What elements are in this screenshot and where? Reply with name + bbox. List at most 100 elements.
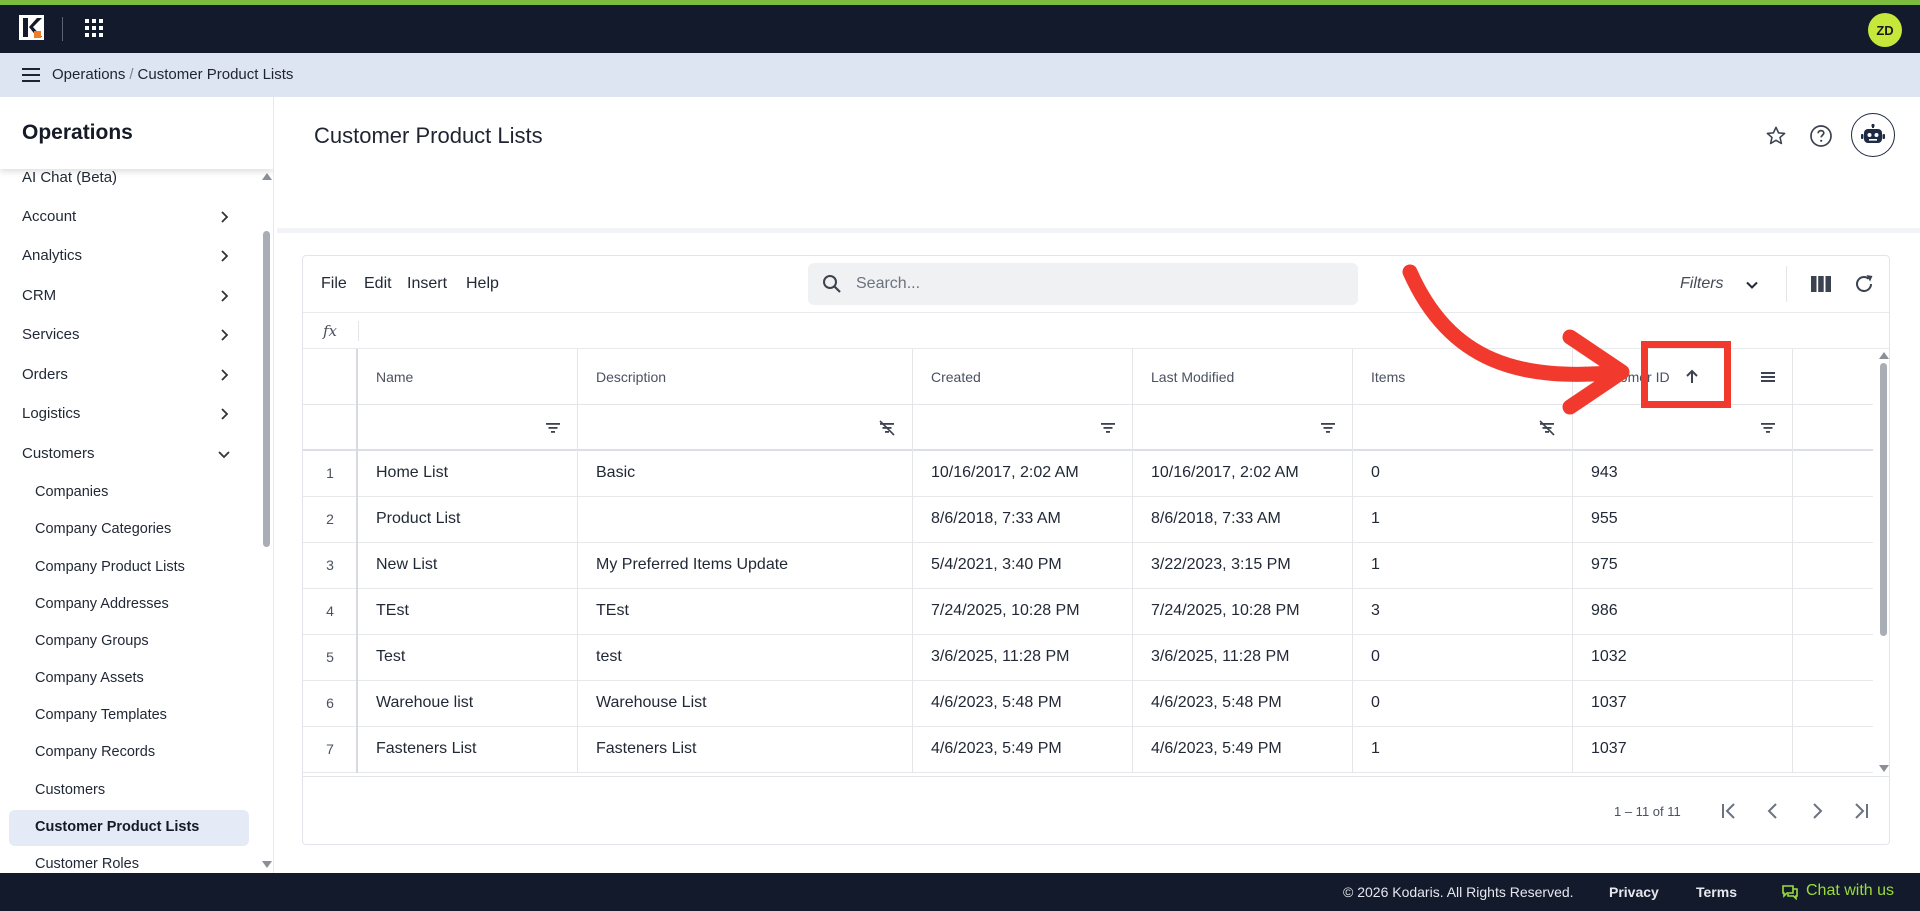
filter-icon[interactable]: [1760, 420, 1776, 436]
cell-created[interactable]: 4/6/2023, 5:48 PM: [913, 681, 1133, 727]
cell-created[interactable]: 5/4/2021, 3:40 PM: [913, 543, 1133, 589]
cell-name[interactable]: Warehoue list: [358, 681, 578, 727]
menu-edit[interactable]: Edit: [364, 275, 392, 293]
cell-name[interactable]: Test: [358, 635, 578, 681]
apps-grid-icon[interactable]: [84, 18, 104, 38]
scroll-down-arrow-icon[interactable]: [262, 861, 272, 868]
cell-name[interactable]: TEst: [358, 589, 578, 635]
cell-customer-id[interactable]: 1037: [1573, 727, 1793, 773]
cell-customer-id[interactable]: 975: [1573, 543, 1793, 589]
table-row[interactable]: 4 TEst TEst 7/24/2025, 10:28 PM 7/24/202…: [303, 589, 1873, 635]
cell-items[interactable]: 1: [1353, 497, 1573, 543]
table-row[interactable]: 3 New List My Preferred Items Update 5/4…: [303, 543, 1873, 589]
table-row[interactable]: 2 Product List 8/6/2018, 7:33 AM 8/6/201…: [303, 497, 1873, 543]
cell-description[interactable]: Warehouse List: [578, 681, 913, 727]
sidebar-item-crm[interactable]: CRM: [0, 278, 258, 314]
search-input[interactable]: [856, 272, 1336, 296]
cell-last-modified[interactable]: 10/16/2017, 2:02 AM: [1133, 451, 1353, 497]
column-header-name[interactable]: Name: [358, 349, 578, 405]
cell-items[interactable]: 0: [1353, 451, 1573, 497]
hamburger-menu-icon[interactable]: [22, 67, 40, 83]
filter-icon[interactable]: [1100, 420, 1116, 436]
cell-items[interactable]: 1: [1353, 543, 1573, 589]
last-page-icon[interactable]: [1851, 801, 1871, 821]
first-page-icon[interactable]: [1719, 801, 1739, 821]
sidebar-scroll-thumb[interactable]: [263, 231, 270, 547]
sidebar-subitem-customer-roles[interactable]: Customer Roles: [0, 847, 258, 873]
search-box[interactable]: [808, 263, 1358, 305]
star-icon[interactable]: [1765, 125, 1787, 147]
cell-description[interactable]: Basic: [578, 451, 913, 497]
cell-items[interactable]: 3: [1353, 589, 1573, 635]
cell-created[interactable]: 4/6/2023, 5:49 PM: [913, 727, 1133, 773]
column-header-created[interactable]: Created: [913, 349, 1133, 405]
sidebar-subitem-company-product-lists[interactable]: Company Product Lists: [0, 550, 258, 586]
sidebar-subitem-companies[interactable]: Companies: [0, 475, 258, 511]
cell-last-modified[interactable]: 4/6/2023, 5:49 PM: [1133, 727, 1353, 773]
previous-page-icon[interactable]: [1763, 801, 1783, 821]
table-row[interactable]: 5 Test test 3/6/2025, 11:28 PM 3/6/2025,…: [303, 635, 1873, 681]
filters-button[interactable]: Filters: [1680, 275, 1724, 293]
sidebar-item-services[interactable]: Services: [0, 317, 258, 353]
cell-description[interactable]: My Preferred Items Update: [578, 543, 913, 589]
filter-icon[interactable]: [545, 420, 561, 436]
sidebar-subitem-company-groups[interactable]: Company Groups: [0, 624, 258, 660]
sidebar-item-customers[interactable]: Customers: [0, 436, 258, 472]
sidebar-subitem-company-categories[interactable]: Company Categories: [0, 512, 258, 548]
column-header-last-modified[interactable]: Last Modified: [1133, 349, 1353, 405]
cell-last-modified[interactable]: 4/6/2023, 5:48 PM: [1133, 681, 1353, 727]
grid-scroll-down-icon[interactable]: [1879, 765, 1889, 772]
menu-help[interactable]: Help: [466, 275, 499, 293]
cell-items[interactable]: 1: [1353, 727, 1573, 773]
table-row[interactable]: 7 Fasteners List Fasteners List 4/6/2023…: [303, 727, 1873, 773]
cell-created[interactable]: 7/24/2025, 10:28 PM: [913, 589, 1133, 635]
filter-off-icon[interactable]: [1539, 420, 1555, 436]
scroll-up-arrow-icon[interactable]: [262, 173, 272, 180]
sidebar-subitem-customer-product-lists[interactable]: Customer Product Lists: [9, 810, 249, 846]
filter-off-icon[interactable]: [879, 420, 895, 436]
column-header-description[interactable]: Description: [578, 349, 913, 405]
cell-last-modified[interactable]: 8/6/2018, 7:33 AM: [1133, 497, 1353, 543]
cell-customer-id[interactable]: 955: [1573, 497, 1793, 543]
cell-description[interactable]: [578, 497, 913, 543]
kodaris-logo[interactable]: [19, 15, 44, 40]
help-icon[interactable]: [1809, 124, 1833, 148]
cell-name[interactable]: Product List: [358, 497, 578, 543]
cell-last-modified[interactable]: 3/6/2025, 11:28 PM: [1133, 635, 1353, 681]
sidebar-subitem-company-addresses[interactable]: Company Addresses: [0, 587, 258, 623]
sidebar-subitem-company-assets[interactable]: Company Assets: [0, 661, 258, 697]
columns-icon[interactable]: [1811, 275, 1831, 293]
user-avatar[interactable]: ZD: [1868, 13, 1902, 47]
terms-link[interactable]: Terms: [1696, 884, 1737, 900]
cell-description[interactable]: Fasteners List: [578, 727, 913, 773]
cell-created[interactable]: 8/6/2018, 7:33 AM: [913, 497, 1133, 543]
next-page-icon[interactable]: [1807, 801, 1827, 821]
cell-customer-id[interactable]: 1032: [1573, 635, 1793, 681]
grid-scroll-thumb[interactable]: [1880, 363, 1887, 636]
column-menu-icon[interactable]: [1760, 370, 1776, 384]
table-row[interactable]: 1 Home List Basic 10/16/2017, 2:02 AM 10…: [303, 451, 1873, 497]
sidebar-item-analytics[interactable]: Analytics: [0, 238, 258, 274]
cell-last-modified[interactable]: 3/22/2023, 3:15 PM: [1133, 543, 1353, 589]
cell-last-modified[interactable]: 7/24/2025, 10:28 PM: [1133, 589, 1353, 635]
sidebar-item-orders[interactable]: Orders: [0, 357, 258, 393]
ai-assistant-button[interactable]: [1851, 113, 1895, 157]
refresh-icon[interactable]: [1853, 273, 1875, 295]
table-row[interactable]: 6 Warehoue list Warehouse List 4/6/2023,…: [303, 681, 1873, 727]
cell-customer-id[interactable]: 943: [1573, 451, 1793, 497]
cell-items[interactable]: 0: [1353, 635, 1573, 681]
menu-insert[interactable]: Insert: [407, 275, 447, 293]
cell-created[interactable]: 3/6/2025, 11:28 PM: [913, 635, 1133, 681]
cell-name[interactable]: Fasteners List: [358, 727, 578, 773]
breadcrumb-item-operations[interactable]: Operations: [52, 66, 125, 83]
cell-customer-id[interactable]: 986: [1573, 589, 1793, 635]
cell-name[interactable]: New List: [358, 543, 578, 589]
cell-items[interactable]: 0: [1353, 681, 1573, 727]
menu-file[interactable]: File: [321, 275, 347, 293]
cell-customer-id[interactable]: 1037: [1573, 681, 1793, 727]
sidebar-item-logistics[interactable]: Logistics: [0, 396, 258, 432]
sidebar-subitem-company-records[interactable]: Company Records: [0, 735, 258, 771]
privacy-link[interactable]: Privacy: [1609, 884, 1659, 900]
cell-description[interactable]: test: [578, 635, 913, 681]
grid-scroll-up-icon[interactable]: [1879, 352, 1889, 359]
